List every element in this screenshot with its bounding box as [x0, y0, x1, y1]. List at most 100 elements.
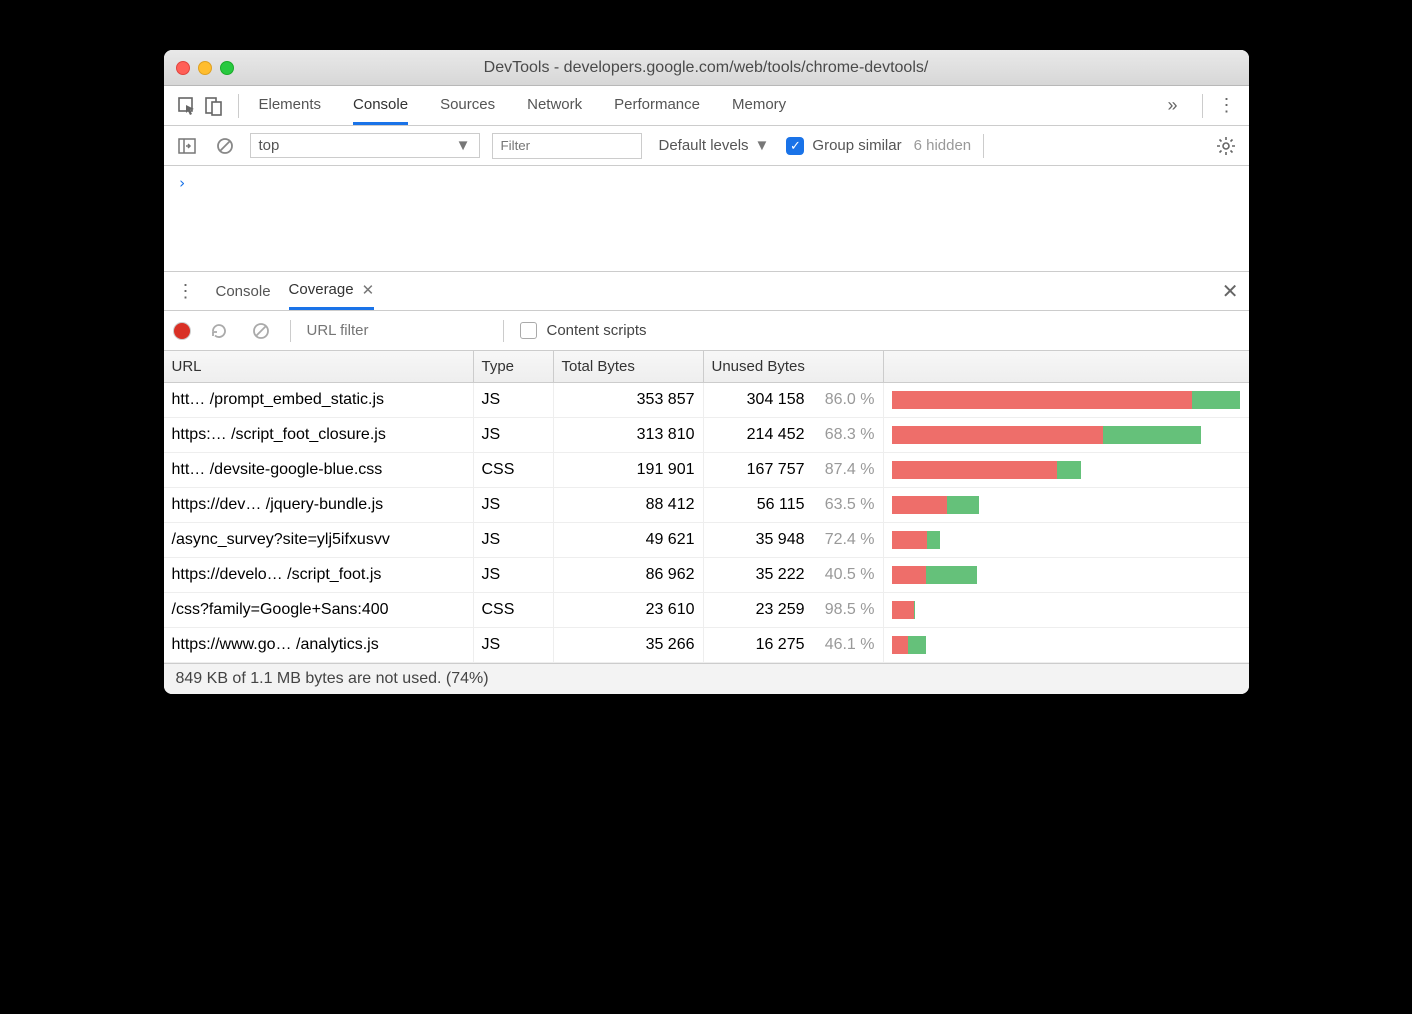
cell-type: CSS	[474, 593, 554, 627]
cell-unused: 214 45268.3 %	[704, 418, 884, 452]
cell-url: https://develo… /script_foot.js	[164, 558, 474, 592]
drawer-tab-label: Coverage	[289, 281, 354, 298]
cell-url: https:… /script_foot_closure.js	[164, 418, 474, 452]
coverage-table-header: URL Type Total Bytes Unused Bytes	[164, 351, 1249, 383]
cell-bar	[884, 488, 1249, 522]
window-title: DevTools - developers.google.com/web/too…	[164, 59, 1249, 77]
cell-type: JS	[474, 488, 554, 522]
cell-bar	[884, 593, 1249, 627]
more-tabs-button[interactable]: »	[1167, 95, 1177, 116]
cell-total: 313 810	[554, 418, 704, 452]
drawer-tab-console[interactable]: Console	[216, 275, 271, 308]
cell-bar	[884, 628, 1249, 662]
inspect-element-icon[interactable]	[174, 93, 200, 119]
drawer-tabbar: ⋮ Console Coverage ✕ ✕	[164, 271, 1249, 311]
cell-type: JS	[474, 558, 554, 592]
col-total[interactable]: Total Bytes	[554, 351, 704, 382]
tab-network[interactable]: Network	[527, 87, 582, 125]
drawer-tab-label: Console	[216, 283, 271, 300]
divider	[983, 134, 984, 158]
cell-url: htt… /prompt_embed_static.js	[164, 383, 474, 417]
cell-total: 353 857	[554, 383, 704, 417]
divider	[1202, 94, 1203, 118]
drawer-menu-icon[interactable]: ⋮	[174, 281, 198, 302]
chevron-down-icon: ▼	[456, 137, 471, 154]
cell-bar	[884, 383, 1249, 417]
url-filter-input[interactable]	[307, 322, 487, 339]
log-levels-label: Default levels	[659, 137, 749, 154]
cell-unused: 304 15886.0 %	[704, 383, 884, 417]
col-type[interactable]: Type	[474, 351, 554, 382]
cell-bar	[884, 418, 1249, 452]
traffic-lights	[176, 61, 234, 75]
close-window-button[interactable]	[176, 61, 190, 75]
content-scripts-toggle[interactable]: Content scripts	[520, 322, 647, 339]
cell-total: 191 901	[554, 453, 704, 487]
console-settings-icon[interactable]	[1213, 133, 1239, 159]
divider	[238, 94, 239, 118]
cell-total: 88 412	[554, 488, 704, 522]
tab-performance[interactable]: Performance	[614, 87, 700, 125]
cell-url: htt… /devsite-google-blue.css	[164, 453, 474, 487]
tab-memory[interactable]: Memory	[732, 87, 786, 125]
cell-url: /css?family=Google+Sans:400	[164, 593, 474, 627]
cell-url: https://dev… /jquery-bundle.js	[164, 488, 474, 522]
table-row[interactable]: htt… /devsite-google-blue.cssCSS191 9011…	[164, 453, 1249, 488]
cell-type: JS	[474, 628, 554, 662]
console-body[interactable]: ›	[164, 166, 1249, 271]
table-row[interactable]: https://develo… /script_foot.jsJS86 9623…	[164, 558, 1249, 593]
reload-icon[interactable]	[206, 318, 232, 344]
coverage-toolbar: Content scripts	[164, 311, 1249, 351]
divider	[503, 320, 504, 342]
cell-url: https://www.go… /analytics.js	[164, 628, 474, 662]
cell-total: 35 266	[554, 628, 704, 662]
minimize-window-button[interactable]	[198, 61, 212, 75]
cell-unused: 35 22240.5 %	[704, 558, 884, 592]
table-row[interactable]: https://dev… /jquery-bundle.jsJS88 41256…	[164, 488, 1249, 523]
main-tabs: Elements Console Sources Network Perform…	[259, 87, 1168, 125]
table-row[interactable]: /css?family=Google+Sans:400CSS23 61023 2…	[164, 593, 1249, 628]
cell-total: 86 962	[554, 558, 704, 592]
tab-console[interactable]: Console	[353, 87, 408, 125]
cell-url: /async_survey?site=ylj5ifxusvv	[164, 523, 474, 557]
console-prompt-icon: ›	[178, 174, 187, 192]
log-levels-select[interactable]: Default levels ▼	[654, 134, 775, 157]
console-toolbar: top ▼ Default levels ▼ ✓ Group similar 6…	[164, 126, 1249, 166]
col-unused[interactable]: Unused Bytes	[704, 351, 884, 382]
close-drawer-icon[interactable]: ✕	[1222, 279, 1239, 304]
execution-context-select[interactable]: top ▼	[250, 133, 480, 158]
zoom-window-button[interactable]	[220, 61, 234, 75]
record-button[interactable]	[174, 323, 190, 339]
clear-coverage-icon[interactable]	[248, 318, 274, 344]
titlebar: DevTools - developers.google.com/web/too…	[164, 50, 1249, 86]
tab-sources[interactable]: Sources	[440, 87, 495, 125]
table-row[interactable]: htt… /prompt_embed_static.jsJS353 857304…	[164, 383, 1249, 418]
tab-elements[interactable]: Elements	[259, 87, 322, 125]
col-url[interactable]: URL	[164, 351, 474, 382]
coverage-table-body: htt… /prompt_embed_static.jsJS353 857304…	[164, 383, 1249, 663]
content-scripts-label: Content scripts	[547, 322, 647, 339]
divider	[290, 320, 291, 342]
group-similar-toggle[interactable]: ✓ Group similar	[786, 137, 901, 155]
hidden-messages-count[interactable]: 6 hidden	[914, 137, 972, 154]
console-filter-input[interactable]	[492, 133, 642, 159]
table-row[interactable]: /async_survey?site=ylj5ifxusvvJS49 62135…	[164, 523, 1249, 558]
cell-total: 23 610	[554, 593, 704, 627]
coverage-status-bar: 849 KB of 1.1 MB bytes are not used. (74…	[164, 663, 1249, 694]
cell-bar	[884, 453, 1249, 487]
cell-total: 49 621	[554, 523, 704, 557]
group-similar-label: Group similar	[812, 137, 901, 154]
device-toolbar-icon[interactable]	[200, 93, 226, 119]
cell-type: JS	[474, 523, 554, 557]
table-row[interactable]: https:… /script_foot_closure.jsJS313 810…	[164, 418, 1249, 453]
devtools-window: DevTools - developers.google.com/web/too…	[164, 50, 1249, 694]
table-row[interactable]: https://www.go… /analytics.jsJS35 26616 …	[164, 628, 1249, 663]
chevron-down-icon: ▼	[755, 137, 770, 154]
settings-kebab-icon[interactable]: ⋮	[1215, 95, 1239, 116]
close-tab-icon[interactable]: ✕	[362, 281, 375, 299]
clear-console-icon[interactable]	[212, 133, 238, 159]
show-console-sidebar-icon[interactable]	[174, 133, 200, 159]
cell-type: JS	[474, 383, 554, 417]
cell-unused: 16 27546.1 %	[704, 628, 884, 662]
drawer-tab-coverage[interactable]: Coverage ✕	[289, 273, 375, 310]
